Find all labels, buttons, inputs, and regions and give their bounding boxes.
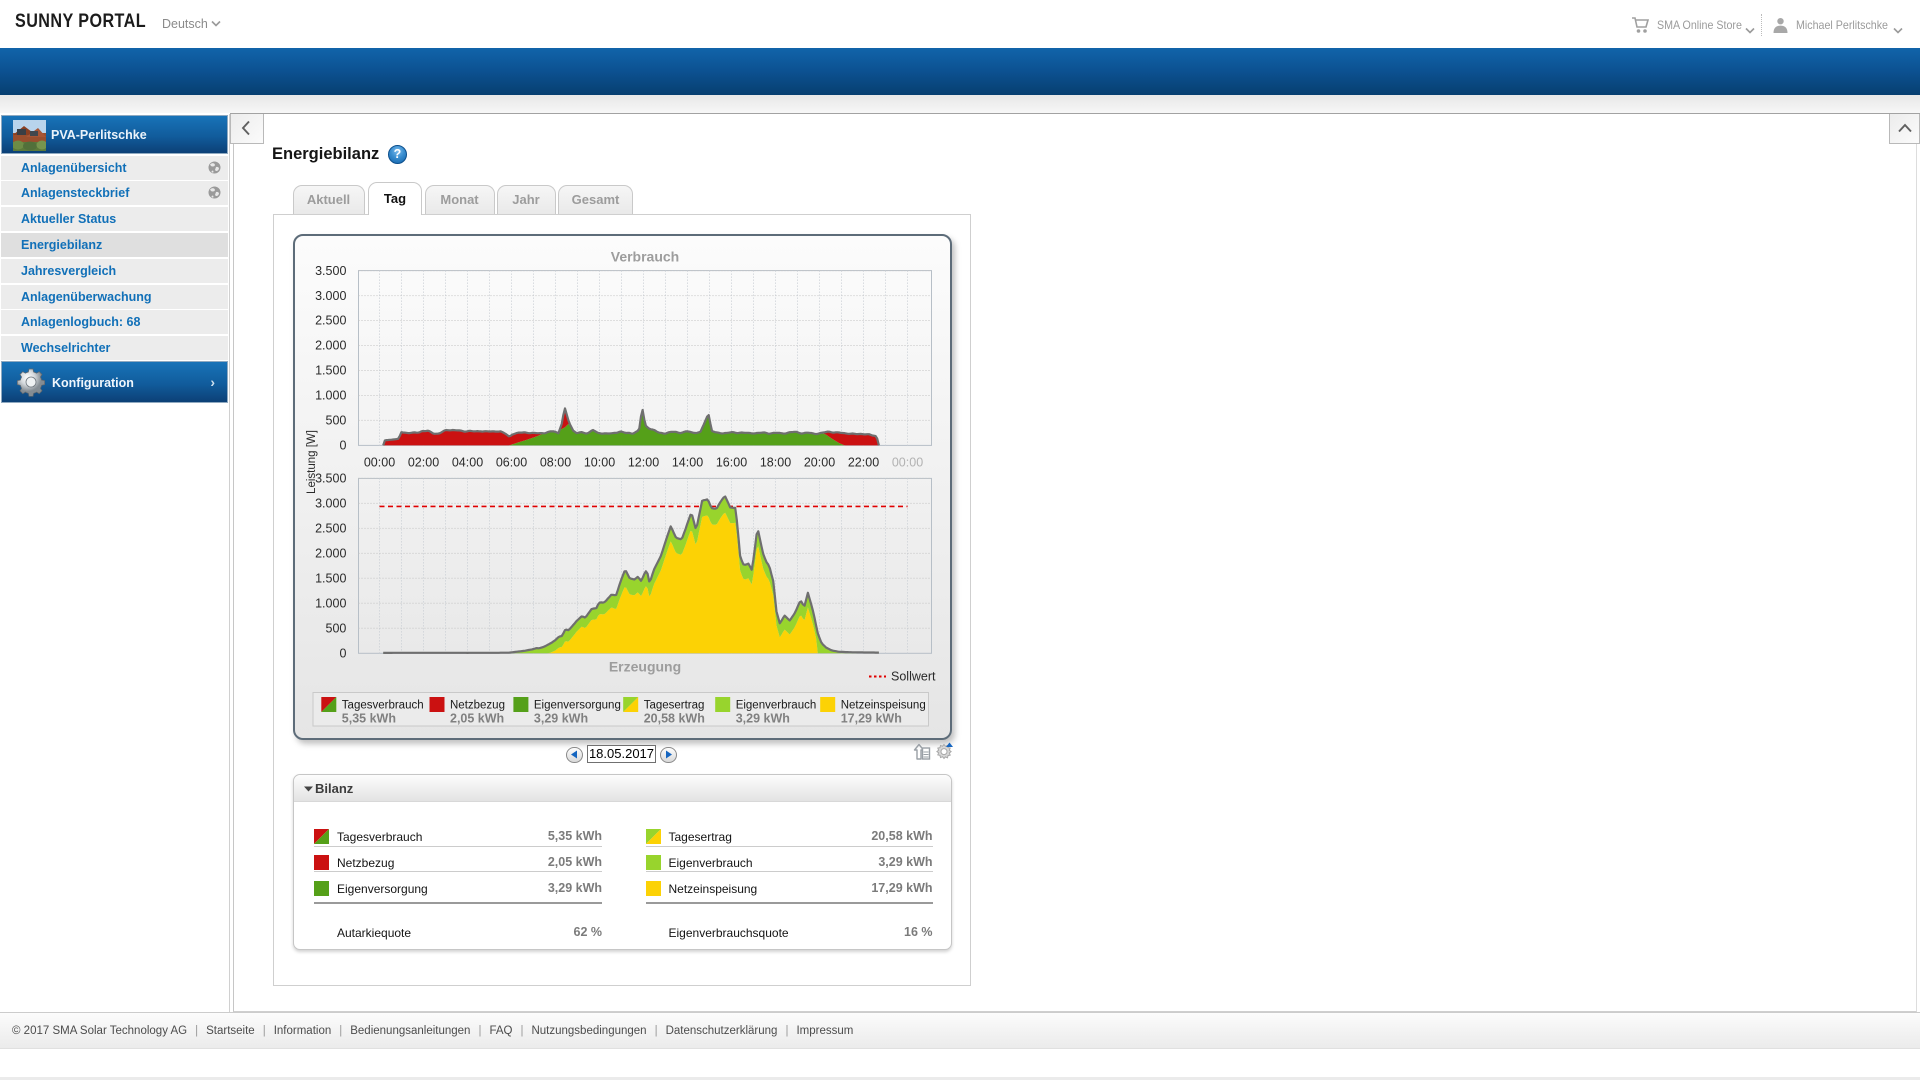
svg-text:Eigenverbrauch: Eigenverbrauch [736, 700, 817, 712]
svg-text:Eigenversorgung: Eigenversorgung [534, 700, 621, 712]
svg-text:1.000: 1.000 [315, 389, 346, 403]
svg-text:2,05 kWh: 2,05 kWh [450, 712, 504, 726]
svg-text:04:00: 04:00 [452, 456, 483, 470]
svg-text:3.500: 3.500 [315, 472, 346, 486]
svg-text:500: 500 [326, 414, 347, 428]
svg-text:3.000: 3.000 [315, 497, 346, 511]
svg-text:00:00: 00:00 [892, 456, 923, 470]
svg-text:06:00: 06:00 [496, 456, 527, 470]
svg-text:1.500: 1.500 [315, 364, 346, 378]
svg-text:Tagesertrag: Tagesertrag [644, 700, 705, 712]
svg-text:Netzeinspeisung: Netzeinspeisung [841, 700, 926, 712]
svg-text:14:00: 14:00 [672, 456, 703, 470]
svg-text:20,58 kWh: 20,58 kWh [644, 712, 705, 726]
svg-text:17,29 kWh: 17,29 kWh [841, 712, 902, 726]
svg-text:5,35 kWh: 5,35 kWh [342, 712, 396, 726]
svg-text:0: 0 [339, 439, 346, 453]
svg-text:12:00: 12:00 [628, 456, 659, 470]
svg-text:2.000: 2.000 [315, 547, 346, 561]
svg-text:08:00: 08:00 [540, 456, 571, 470]
svg-text:18:00: 18:00 [760, 456, 791, 470]
svg-text:2.000: 2.000 [315, 339, 346, 353]
svg-text:Sollwert: Sollwert [891, 670, 936, 684]
svg-text:00:00: 00:00 [364, 456, 395, 470]
svg-text:3.000: 3.000 [315, 289, 346, 303]
svg-text:1.500: 1.500 [315, 572, 346, 586]
svg-text:1.000: 1.000 [315, 597, 346, 611]
svg-text:3.500: 3.500 [315, 264, 346, 278]
svg-text:Netzbezug: Netzbezug [450, 700, 505, 712]
svg-text:3,29 kWh: 3,29 kWh [736, 712, 790, 726]
svg-text:500: 500 [326, 622, 347, 636]
svg-text:0: 0 [339, 647, 346, 661]
svg-text:10:00: 10:00 [584, 456, 615, 470]
svg-text:20:00: 20:00 [804, 456, 835, 470]
svg-text:2.500: 2.500 [315, 522, 346, 536]
svg-text:16:00: 16:00 [716, 456, 747, 470]
svg-text:22:00: 22:00 [848, 456, 879, 470]
svg-text:3,29 kWh: 3,29 kWh [534, 712, 588, 726]
svg-text:02:00: 02:00 [408, 456, 439, 470]
svg-text:Verbrauch: Verbrauch [611, 249, 679, 265]
svg-text:2.500: 2.500 [315, 314, 346, 328]
svg-text:Tagesverbrauch: Tagesverbrauch [342, 700, 424, 712]
svg-text:Erzeugung: Erzeugung [609, 659, 681, 675]
